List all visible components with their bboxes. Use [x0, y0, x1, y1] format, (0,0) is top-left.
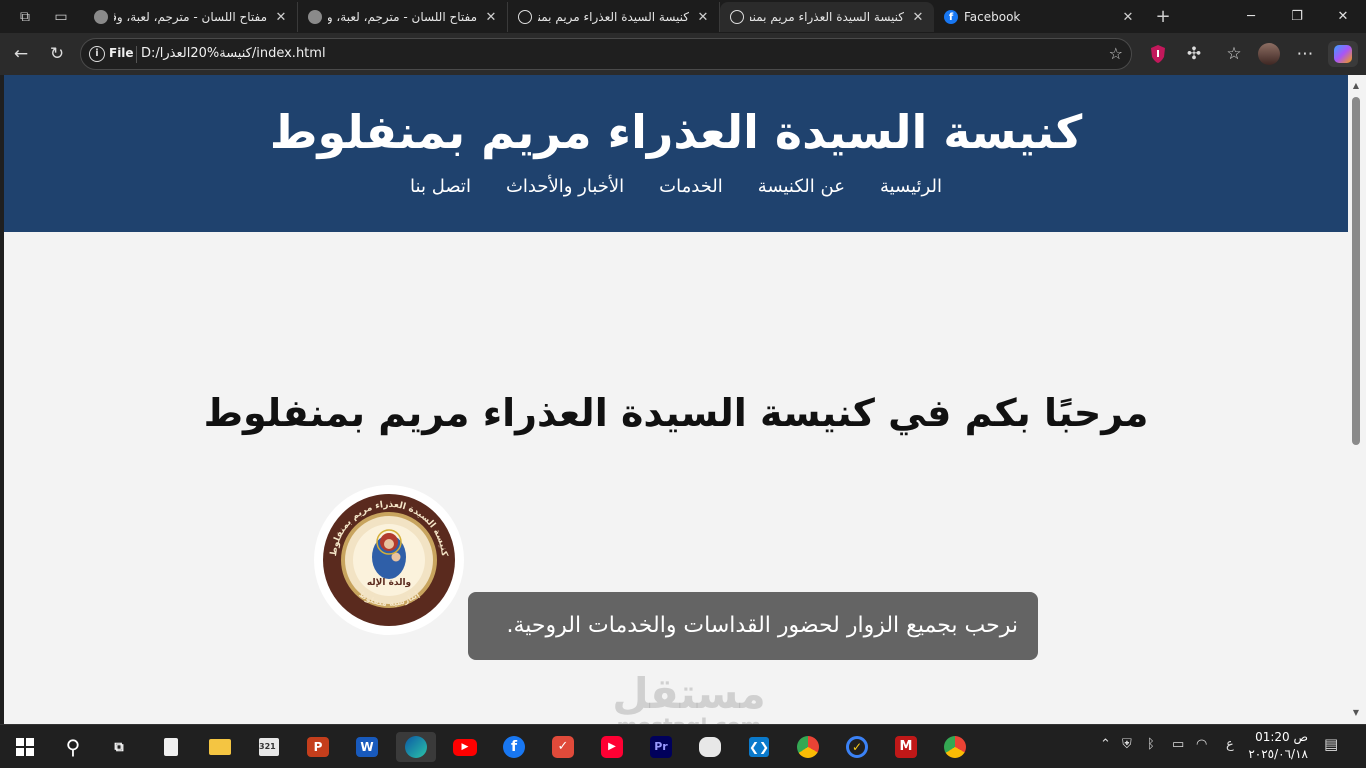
new-tab-icon[interactable]: + [1152, 6, 1174, 28]
word-icon[interactable]: W [352, 732, 382, 762]
browser-tab-active[interactable]: كنيسة السيدة العذراء مريم بمنفلوط ✕ [720, 2, 934, 32]
youtube-music-icon[interactable]: ▶ [597, 732, 627, 762]
refresh-icon[interactable]: ↻ [44, 41, 70, 67]
browser-tab-strip: ⧉ ▭ مفتاح اللسان - مترجم، لعبة، وقا ✕ مف… [0, 0, 1366, 33]
notifications-icon[interactable]: ▤ [1324, 735, 1338, 753]
divider [136, 46, 137, 63]
close-window-icon[interactable]: ✕ [1320, 0, 1366, 33]
browser-tab[interactable]: f Facebook ✕ [934, 2, 1144, 32]
tray-overflow-icon[interactable]: ⌃ [1100, 737, 1111, 752]
close-tab-icon[interactable]: ✕ [1120, 10, 1136, 25]
nav-home[interactable]: الرئيسية [880, 176, 942, 197]
task-view-icon[interactable]: ⧉ [104, 732, 134, 762]
close-tab-icon[interactable]: ✕ [695, 10, 711, 25]
tab-actions-icon[interactable]: ▭ [50, 6, 72, 28]
battery-icon[interactable]: ▭ [1172, 737, 1184, 752]
scroll-down-icon[interactable]: ▼ [1351, 708, 1361, 718]
info-icon[interactable]: i [89, 46, 105, 62]
chrome-icon[interactable] [793, 732, 823, 762]
todo-app-icon[interactable]: ✓ [548, 732, 578, 762]
mostaql-watermark: مستقل mostaql.com [594, 669, 784, 725]
windows-taskbar: ⚲ ⧉ 321 P W ▶ f ✓ ▶ Pr ❮❯ ✓ M ⌃ ⛨ ᛒ ▭ ◠ … [0, 724, 1366, 768]
site-nav: الرئيسية عن الكنيسة الخدمات الأخبار والأ… [4, 176, 1348, 197]
close-tab-icon[interactable]: ✕ [273, 10, 289, 25]
browser-tab[interactable]: مفتاح اللسان - مترجم، لعبة، وقا ✕ [298, 2, 508, 32]
site-title: كنيسة السيدة العذراء مريم بمنفلوط [269, 105, 1083, 159]
tab-title: مفتاح اللسان - مترجم، لعبة، وقا [328, 10, 477, 24]
page-viewport: كنيسة السيدة العذراء مريم بمنفلوط الرئيس… [4, 75, 1348, 724]
tab-title: كنيسة السيدة العذراء مريم بمنفلوط [750, 10, 904, 24]
wifi-icon[interactable]: ◠ [1196, 737, 1207, 752]
clock-time: 01:20 ص [1255, 730, 1308, 744]
loading-favicon-icon [94, 10, 108, 24]
more-menu-icon[interactable]: ⋯ [1292, 41, 1318, 67]
facebook-icon: f [944, 10, 958, 24]
edge-icon[interactable] [396, 732, 436, 762]
tab-title: Facebook [964, 10, 1021, 24]
tab-title: مفتاح اللسان - مترجم، لعبة، وقا [114, 10, 267, 24]
url-scheme: File [109, 46, 134, 60]
restore-icon[interactable]: ❐ [1274, 0, 1320, 33]
logo-center-text: والدة الإله [367, 578, 411, 588]
shield-extension-icon[interactable] [1145, 41, 1171, 67]
start-icon[interactable] [10, 732, 40, 762]
welcome-heading: مرحبًا بكم في كنيسة السيدة العذراء مريم … [203, 391, 1149, 435]
url-text[interactable]: D:/كنيسة%20العذرا/index.html [141, 46, 326, 61]
back-icon[interactable]: ← [8, 41, 34, 67]
nav-about[interactable]: عن الكنيسة [758, 176, 845, 197]
premiere-pro-icon[interactable]: Pr [646, 732, 676, 762]
clock-date: ٢٠٢٥/٠٦/١٨ [1248, 747, 1308, 761]
keyboard-language[interactable]: ع [1226, 737, 1234, 752]
vscode-icon[interactable]: ❮❯ [744, 732, 774, 762]
nav-services[interactable]: الخدمات [659, 176, 723, 197]
mcafee-icon[interactable]: M [891, 732, 921, 762]
file-icon[interactable] [156, 732, 186, 762]
tab-title: كنيسة السيدة العذراء مريم بمنفلوط [538, 10, 689, 24]
globe-icon [730, 10, 744, 24]
watermark-arabic: مستقل [612, 669, 766, 718]
favorites-icon[interactable]: ☆ [1221, 41, 1247, 67]
scrollbar-thumb[interactable] [1352, 97, 1360, 445]
watermark-latin: mostaql.com [594, 714, 784, 724]
chrome-profile-icon[interactable] [940, 732, 970, 762]
tasks-app-icon[interactable]: ✓ [842, 732, 872, 762]
address-bar[interactable]: i File D:/كنيسة%20العذرا/index.html ☆ [80, 38, 1132, 70]
close-tab-icon[interactable]: ✕ [910, 10, 926, 25]
nav-contact[interactable]: اتصل بنا [410, 176, 471, 197]
page-scrollbar[interactable]: ▲ ▼ [1348, 75, 1366, 724]
powerpoint-icon[interactable]: P [303, 732, 333, 762]
browser-tab[interactable]: مفتاح اللسان - مترجم، لعبة، وقا ✕ [84, 2, 298, 32]
facebook-app-icon[interactable]: f [499, 732, 529, 762]
browser-tab[interactable]: كنيسة السيدة العذراء مريم بمنفلوط ✕ [508, 2, 720, 32]
church-logo: كنيسة السيدة العذراء مريم بمنفلوط والدة … [314, 485, 464, 635]
copilot-icon[interactable] [1328, 41, 1358, 67]
minimize-icon[interactable]: ─ [1228, 0, 1274, 33]
calendar-app-icon[interactable]: 321 [254, 732, 284, 762]
site-header: كنيسة السيدة العذراء مريم بمنفلوط الرئيس… [4, 75, 1348, 232]
system-clock[interactable]: 01:20 ص ٢٠٢٥/٠٦/١٨ [1248, 729, 1308, 763]
globe-icon [518, 10, 532, 24]
search-icon[interactable]: ⚲ [58, 732, 88, 762]
youtube-icon[interactable]: ▶ [450, 732, 480, 762]
nav-news[interactable]: الأخبار والأحداث [506, 176, 624, 197]
helper-app-icon[interactable] [695, 732, 725, 762]
profile-avatar[interactable] [1256, 41, 1282, 67]
welcome-note: نرحب بجميع الزوار لحضور القداسات والخدما… [468, 592, 1038, 660]
security-tray-icon[interactable]: ⛨ [1122, 737, 1132, 752]
favorite-star-icon[interactable]: ☆ [1109, 44, 1123, 63]
extensions-icon[interactable]: ✣ [1181, 41, 1207, 67]
loading-favicon-icon [308, 10, 322, 24]
close-tab-icon[interactable]: ✕ [483, 10, 499, 25]
file-explorer-icon[interactable] [205, 732, 235, 762]
bluetooth-icon[interactable]: ᛒ [1147, 737, 1155, 752]
scroll-up-icon[interactable]: ▲ [1351, 81, 1361, 91]
workspaces-icon[interactable]: ⧉ [14, 6, 36, 28]
browser-toolbar: ← ↻ i File D:/كنيسة%20العذرا/index.html … [0, 33, 1366, 75]
